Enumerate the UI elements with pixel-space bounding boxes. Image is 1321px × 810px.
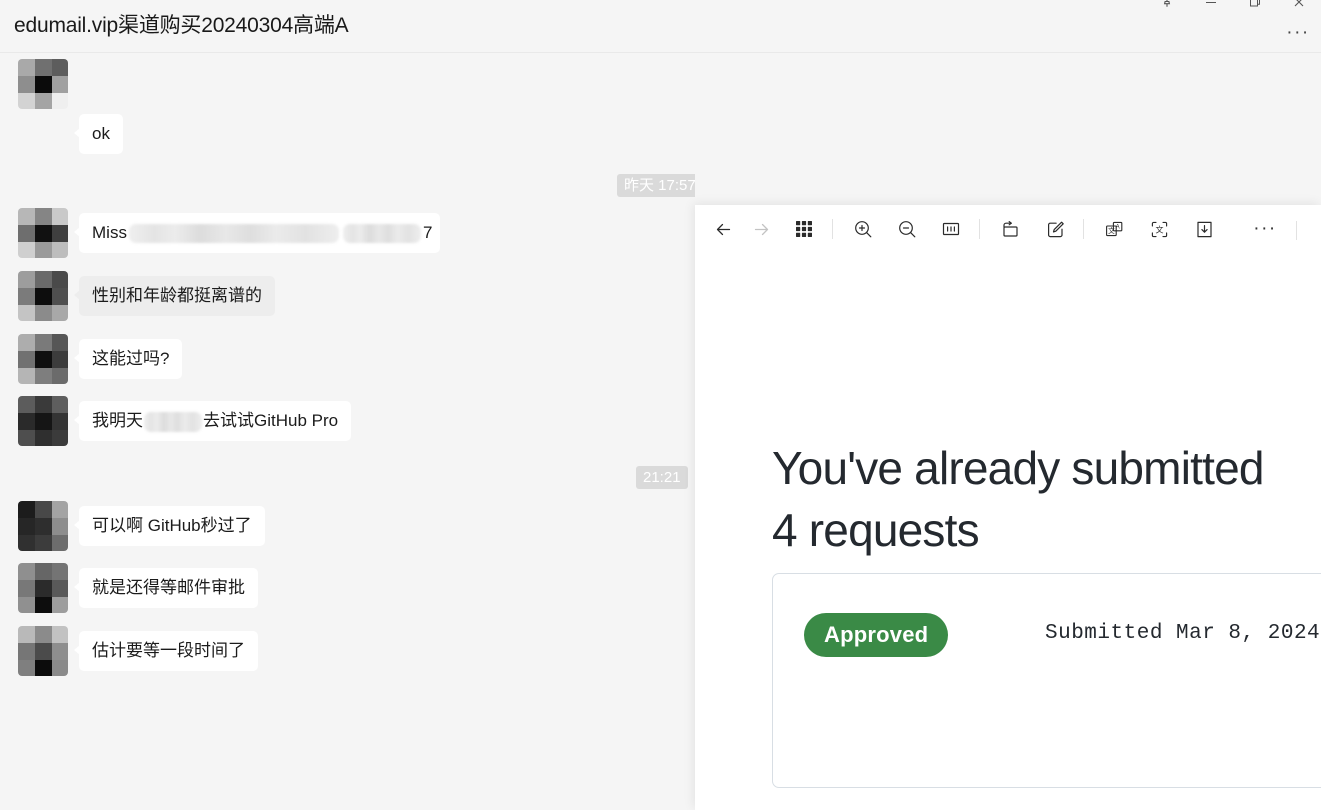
window-title-bar: edumail.vip渠道购买20240304高端A ··· [0,0,1321,52]
svg-text:文: 文 [1108,226,1115,235]
app-root: edumail.vip渠道购买20240304高端A ··· ok 昨天 17:… [0,0,1321,810]
maximize-icon[interactable] [1233,0,1277,16]
avatar[interactable] [18,59,68,109]
chat-bubble[interactable]: 这能过吗? [73,339,183,379]
pin-icon[interactable] [1145,0,1189,16]
redacted-text [144,411,202,432]
chat-bubble-text: Miss [92,223,127,242]
translate-icon[interactable]: 文 A [1095,210,1133,248]
request-card: Approved Submitted Mar 8, 2024 [772,573,1321,788]
chat-bubble-text: 就是还得等邮件审批 [92,578,245,597]
image-viewer-panel[interactable]: 文 A 文 ··· You've already submitted 4 req… [695,205,1321,810]
chat-bubble-trailing-text: 7 [422,223,433,242]
avatar[interactable] [18,208,68,258]
actual-size-icon[interactable] [932,210,970,248]
avatar[interactable] [18,501,68,551]
redacted-text [342,224,421,244]
chat-bubble[interactable]: ok [74,114,123,154]
chat-timestamp-text: 21:21 [643,469,681,486]
extract-text-icon[interactable]: 文 [1140,210,1178,248]
grid-thumbnails-icon[interactable] [785,210,823,248]
avatar[interactable] [18,271,68,321]
toolbar-divider [1296,221,1297,240]
edit-icon[interactable] [1036,210,1074,248]
chat-bubble[interactable]: 估计要等一段时间了 [74,631,258,671]
chat-bubble[interactable]: Miss 7 [73,213,441,253]
minimize-icon[interactable] [1189,0,1233,16]
back-icon[interactable] [704,210,742,248]
avatar[interactable] [18,334,68,384]
chat-bubble[interactable]: 就是还得等邮件审批 [74,568,258,608]
window-controls [1145,0,1321,16]
download-icon[interactable] [1185,210,1223,248]
toolbar-divider [979,219,980,239]
chat-bubble[interactable]: 性别和年龄都挺离谱的 [74,276,275,316]
chat-timestamp: 21:21 [636,466,688,489]
avatar[interactable] [18,396,68,446]
chat-more-options-button[interactable]: ··· [1283,22,1313,44]
toolbar-divider [832,219,833,239]
chat-bubble-text: 我明天 [92,411,143,430]
page-title: edumail.vip渠道购买20240304高端A [14,14,349,37]
chat-bubble-text: ok [92,124,110,143]
close-icon[interactable] [1277,0,1321,16]
chat-bubble-text: 性别和年龄都挺离谱的 [92,286,262,305]
avatar[interactable] [18,626,68,676]
submitted-date-text: Submitted Mar 8, 2024 [1045,622,1321,645]
chat-timestamp-text: 昨天 17:57 [624,177,695,194]
rotate-icon[interactable] [991,210,1029,248]
image-viewer-toolbar: 文 A 文 ··· [695,205,1321,253]
toolbar-divider [1083,219,1084,239]
status-badge: Approved [804,613,949,657]
zoom-in-icon[interactable] [844,210,882,248]
chat-bubble-text: 去试试GitHub Pro [203,411,339,430]
chat-timestamp: 昨天 17:57 [617,174,695,197]
image-viewer-more-button[interactable]: ··· [1250,217,1280,241]
chat-bubble-text: 估计要等一段时间了 [92,641,245,660]
chat-bubble[interactable]: 可以啊 GitHub秒过了 [74,506,265,546]
submitted-requests-heading: You've already submitted 4 requests [772,442,1264,556]
redacted-text [128,224,339,244]
image-viewer-content: You've already submitted 4 requests Appr… [695,253,1321,810]
chat-message-list[interactable]: ok 昨天 17:57 Miss 7 性别和年龄都挺离谱的 这能过吗? 我明天 … [0,53,695,810]
forward-icon[interactable] [742,210,780,248]
avatar[interactable] [18,563,68,613]
svg-text:A: A [1115,224,1119,230]
chat-bubble-text: 可以啊 GitHub秒过了 [92,516,252,535]
zoom-out-icon[interactable] [888,210,926,248]
chat-bubble-text: 这能过吗? [92,349,170,368]
chat-bubble[interactable]: 我明天 去试试GitHub Pro [73,401,352,441]
svg-text:文: 文 [1155,224,1163,234]
